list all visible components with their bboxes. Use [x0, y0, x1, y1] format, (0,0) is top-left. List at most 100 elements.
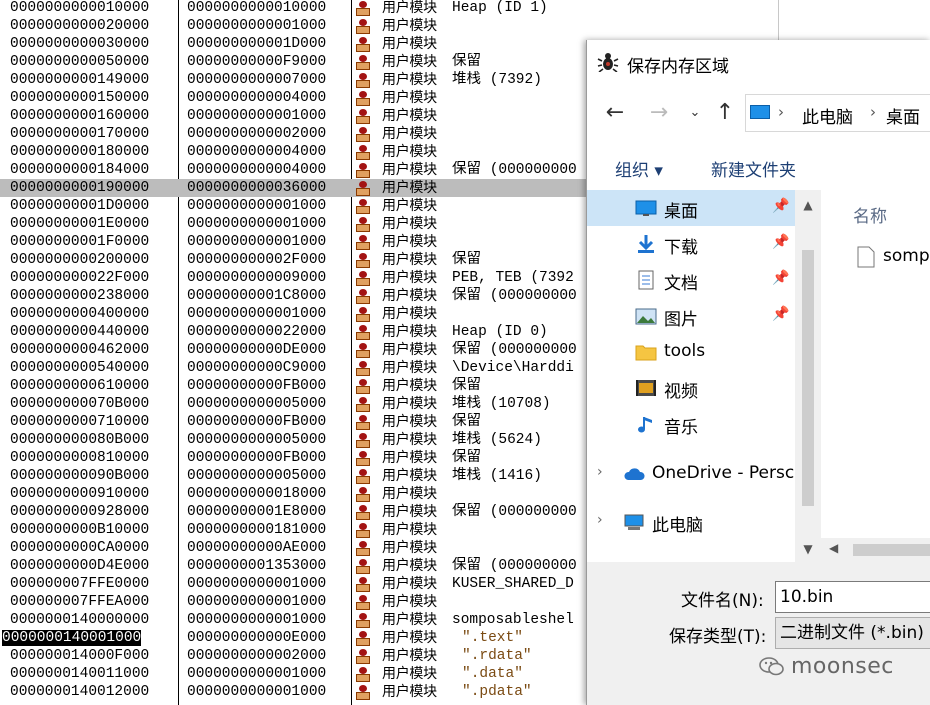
wechat-icon: [759, 657, 784, 676]
address-cell: 0000000000710000: [10, 414, 150, 430]
size-cell: 00000000000F9000: [187, 54, 327, 70]
nav-item-desktop[interactable]: 桌面 📌: [587, 190, 795, 226]
size-cell: 0000000001353000: [187, 558, 327, 574]
size-cell: 0000000000001000: [187, 594, 327, 610]
address-cell: 0000000000050000: [10, 54, 150, 70]
scroll-left-arrow-icon[interactable]: ◀: [829, 541, 838, 555]
size-cell: 0000000000001000: [187, 666, 327, 682]
pin-icon: 📌: [772, 270, 790, 286]
breadcrumb-item[interactable]: 桌面: [886, 103, 920, 128]
watermark: moonsec: [759, 654, 894, 679]
type-cell: 用户模块: [382, 54, 437, 70]
nav-pane-scrollbar[interactable]: ▲ ▼: [795, 190, 821, 562]
address-cell: 0000000000150000: [10, 90, 150, 106]
address-cell: 0000000000540000: [10, 360, 150, 376]
nav-item-downloads[interactable]: 下载 📌: [587, 226, 795, 262]
module-icon: [356, 539, 376, 557]
size-cell: 0000000000001000: [187, 216, 327, 232]
nav-item-music[interactable]: 音乐: [587, 406, 795, 442]
module-icon: [356, 215, 376, 233]
size-cell: 0000000000018000: [187, 486, 327, 502]
module-icon: [356, 467, 376, 485]
filetype-select[interactable]: 二进制文件 (*.bin): [775, 617, 930, 649]
address-cell: 0000000140001000: [2, 630, 142, 646]
nav-item-documents[interactable]: 文档 📌: [587, 262, 795, 298]
file-list-horizontal-scrollbar[interactable]: ◀: [821, 538, 930, 562]
module-icon: [356, 593, 376, 611]
address-cell: 00000000001F0000: [10, 234, 150, 250]
breadcrumb-item[interactable]: 此电脑: [802, 103, 853, 128]
size-cell: 00000000001C8000: [187, 288, 327, 304]
recent-locations-chevron-icon[interactable]: ⌄: [681, 98, 709, 128]
module-icon: [356, 413, 376, 431]
memory-region-row[interactable]: 0000000000020000 0000000000001000 用户模块: [0, 17, 780, 35]
back-arrow-icon[interactable]: ←: [601, 98, 629, 128]
address-bar[interactable]: › 此电脑 › 桌面: [745, 94, 930, 132]
address-cell: 0000000000020000: [10, 18, 150, 34]
nav-item-onedrive[interactable]: › OneDrive - Persc: [587, 456, 795, 492]
module-icon: [356, 197, 376, 215]
memory-region-row[interactable]: 0000000000010000 0000000000010000 用户模块 Heap…: [0, 0, 780, 17]
type-cell: 用户模块: [382, 396, 437, 412]
info-cell: [452, 17, 782, 35]
address-cell: 0000000000180000: [10, 144, 150, 160]
filename-input[interactable]: 10.bin: [775, 581, 930, 613]
new-folder-button[interactable]: 新建文件夹: [711, 156, 796, 181]
size-cell: 0000000000004000: [187, 162, 327, 178]
size-cell: 0000000000004000: [187, 144, 327, 160]
breadcrumb-separator-icon: ›: [870, 103, 876, 121]
dialog-titlebar: 保存内存区域: [587, 40, 930, 84]
address-cell: 00000000001D0000: [10, 198, 150, 214]
filename-label: 文件名(N):: [681, 591, 764, 611]
watermark-text: moonsec: [791, 654, 894, 679]
scrollbar-thumb[interactable]: [853, 544, 930, 556]
scrollbar-thumb[interactable]: [802, 250, 814, 506]
type-cell: 用户模块: [382, 378, 437, 394]
address-cell: 000000007FFE0000: [10, 576, 150, 592]
expand-chevron-icon[interactable]: ›: [597, 512, 603, 528]
scroll-down-arrow-icon[interactable]: ▼: [795, 542, 821, 556]
dialog-toolbar: 组织 ▾ 新建文件夹: [587, 144, 930, 188]
pin-icon: 📌: [772, 234, 790, 250]
download-icon: [638, 235, 654, 253]
file-icon: [857, 246, 875, 268]
size-cell: 0000000000002000: [187, 648, 327, 664]
scroll-up-arrow-icon[interactable]: ▲: [795, 198, 821, 212]
module-icon: [356, 107, 376, 125]
type-cell: 用户模块: [382, 558, 437, 574]
type-cell: 用户模块: [382, 234, 437, 250]
expand-chevron-icon[interactable]: ›: [597, 464, 603, 480]
address-cell: 0000000000160000: [10, 108, 150, 124]
nav-item-videos[interactable]: 视频: [587, 370, 795, 406]
type-cell: 用户模块: [382, 198, 437, 214]
module-icon: [356, 377, 376, 395]
address-cell: 0000000000030000: [10, 36, 150, 52]
type-cell: 用户模块: [382, 324, 437, 340]
type-cell: 用户模块: [382, 630, 437, 646]
nav-item-this-pc[interactable]: › 此电脑: [587, 504, 795, 540]
forward-arrow-icon[interactable]: →: [645, 98, 673, 128]
nav-item-label: 音乐: [664, 418, 698, 438]
document-icon: [638, 270, 654, 290]
module-icon: [356, 647, 376, 665]
nav-item-tools[interactable]: tools: [587, 334, 795, 370]
type-cell: 用户模块: [382, 252, 437, 268]
video-icon: [636, 380, 656, 396]
type-cell: 用户模块: [382, 540, 437, 556]
size-cell: 0000000000009000: [187, 270, 327, 286]
module-icon: [356, 629, 376, 647]
breadcrumb-separator-icon: ›: [778, 103, 784, 121]
module-icon: [356, 89, 376, 107]
organize-menu-button[interactable]: 组织 ▾: [615, 156, 663, 181]
module-icon: [356, 179, 376, 197]
address-cell: 000000007FFEA000: [10, 594, 150, 610]
nav-item-pictures[interactable]: 图片 📌: [587, 298, 795, 334]
column-header-name[interactable]: 名称: [853, 202, 887, 227]
size-cell: 00000000000DE000: [187, 342, 327, 358]
type-cell: 用户模块: [382, 486, 437, 502]
size-cell: 0000000000004000: [187, 90, 327, 106]
up-arrow-icon[interactable]: ↑: [711, 98, 739, 128]
nav-item-label: OneDrive - Persc: [652, 463, 795, 483]
save-memory-region-dialog: 保存内存区域 ← → ⌄ ↑ › 此电脑 › 桌面 组织 ▾ 新建文件夹 桌面 …: [586, 40, 930, 705]
address-cell: 00000000001E0000: [10, 216, 150, 232]
